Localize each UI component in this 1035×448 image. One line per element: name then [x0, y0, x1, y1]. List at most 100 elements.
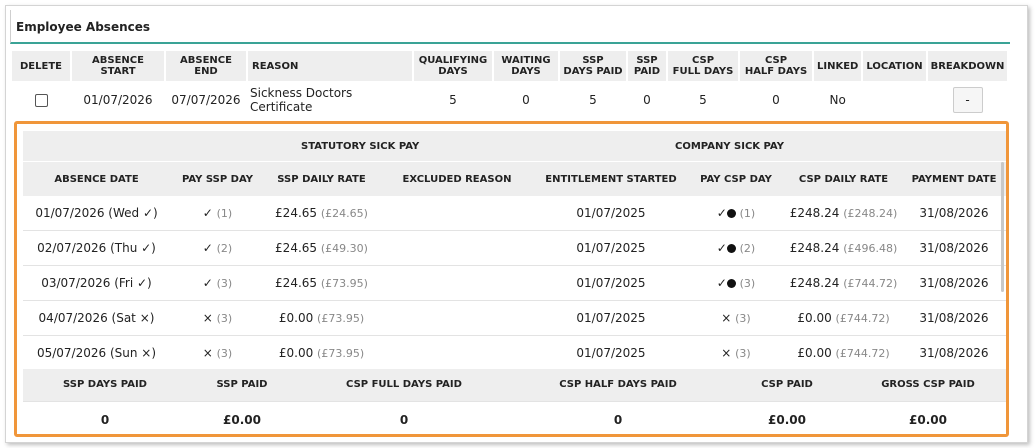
- delete-cell: [12, 81, 70, 119]
- csp-daily-rate: £248.24 (£744.72): [789, 276, 898, 290]
- total-ssp-paid-label: SSP PAID: [216, 379, 268, 390]
- absence-date: 04/07/2026 (Sat ×): [38, 311, 155, 325]
- total-csp-half-days-paid-label: CSP HALF DAYS PAID: [559, 379, 677, 390]
- col-csp-daily-rate: CSP DAILY RATE: [798, 174, 889, 185]
- entitlement-started: 01/07/2025: [576, 346, 646, 360]
- pay-ssp-day: × (3): [202, 311, 233, 325]
- breakdown-toggle-button[interactable]: -: [952, 87, 983, 113]
- qualifying-days-value: 5: [449, 93, 457, 107]
- waiting-days-value: 0: [522, 93, 530, 107]
- ssp-daily-rate: £24.65 (£49.30): [275, 241, 368, 255]
- pay-csp-day: × (3): [721, 346, 751, 360]
- csp-daily-rate: £0.00 (£744.72): [797, 311, 890, 325]
- ssp-daily-rate: £24.65 (£24.65): [275, 206, 368, 220]
- col-delete: DELETE: [12, 51, 70, 81]
- delete-checkbox[interactable]: [34, 94, 48, 107]
- entitlement-started: 01/07/2025: [576, 241, 646, 255]
- group-company-sick-pay: COMPANY SICK PAY: [675, 141, 784, 152]
- col-excluded-reason: EXCLUDED REASON: [402, 174, 512, 185]
- total-ssp-paid: £0.00: [223, 413, 261, 427]
- breakdown-scrollbar[interactable]: [1001, 162, 1004, 292]
- csp-daily-rate: £0.00 (£744.72): [797, 346, 890, 360]
- absence-start-value: 01/07/2026: [83, 93, 153, 107]
- payment-date: 31/08/2026: [919, 346, 989, 360]
- payment-date: 31/08/2026: [919, 206, 989, 220]
- ssp-days-paid-value: 5: [589, 93, 597, 107]
- total-csp-half-days-paid: 0: [613, 413, 623, 427]
- absence-date: 03/07/2026 (Fri ✓): [41, 276, 152, 290]
- total-csp-full-days-paid-label: CSP FULL DAYS PAID: [346, 379, 462, 390]
- table-row: 01/07/2026 (Wed ✓) ✓ (1) £24.65 (£24.65)…: [23, 196, 1006, 231]
- pay-csp-day: ✓ (1): [716, 206, 756, 220]
- total-csp-paid-label: CSP PAID: [761, 379, 813, 390]
- location-value: [863, 81, 925, 119]
- reason-value: Sickness Doctors Certificate: [250, 86, 353, 114]
- entitlement-started: 01/07/2025: [576, 311, 646, 325]
- totals-header-row: SSP DAYS PAID SSP PAID CSP FULL DAYS PAI…: [23, 369, 1006, 401]
- total-csp-paid: £0.00: [768, 413, 806, 427]
- pay-csp-day: ✓ (2): [716, 241, 756, 255]
- col-entitlement-started: ENTITLEMENT STARTED: [545, 174, 677, 185]
- pay-ssp-day: ✓ (2): [202, 241, 233, 255]
- entitlement-started: 01/07/2025: [576, 276, 646, 290]
- col-ssp-days-paid: SSP DAYS PAID: [560, 51, 626, 81]
- total-gross-csp-paid-label: GROSS CSP PAID: [881, 379, 975, 390]
- payment-date: 31/08/2026: [919, 311, 989, 325]
- total-ssp-days-paid-label: SSP DAYS PAID: [63, 379, 147, 390]
- csp-full-days-value: 5: [699, 93, 707, 107]
- col-payment-date: PAYMENT DATE: [911, 174, 997, 185]
- total-csp-full-days-paid: 0: [399, 413, 409, 427]
- col-ssp-daily-rate: SSP DAILY RATE: [277, 174, 366, 185]
- breakdown-header-row: ABSENCE DATE PAY SSP DAY SSP DAILY RATE …: [23, 162, 1006, 196]
- entitlement-started: 01/07/2025: [576, 206, 646, 220]
- total-ssp-days-paid: 0: [100, 413, 110, 427]
- absence-end-value: 07/07/2026: [171, 93, 241, 107]
- absences-header-row: DELETE ABSENCE START ABSENCE END REASON …: [12, 51, 1008, 81]
- pay-csp-day: × (3): [721, 311, 751, 325]
- table-row: 04/07/2026 (Sat ×) × (3) £0.00 (£73.95) …: [23, 301, 1006, 336]
- pay-ssp-day: × (3): [202, 346, 233, 360]
- table-row: 03/07/2026 (Fri ✓) ✓ (3) £24.65 (£73.95)…: [23, 266, 1006, 301]
- col-absence-end: ABSENCE END: [166, 51, 246, 81]
- table-row: 05/07/2026 (Sun ×) × (3) £0.00 (£73.95) …: [23, 336, 1006, 371]
- ssp-daily-rate: £0.00 (£73.95): [278, 346, 365, 360]
- col-csp-full-days: CSP FULL DAYS: [668, 51, 738, 81]
- ssp-daily-rate: £24.65 (£73.95): [275, 276, 368, 290]
- absences-table: DELETE ABSENCE START ABSENCE END REASON …: [10, 51, 1009, 119]
- ssp-paid-value: 0: [643, 93, 651, 107]
- payment-date: 31/08/2026: [919, 241, 989, 255]
- col-qualifying-days: QUALIFYING DAYS: [414, 51, 492, 81]
- paid-dot-icon: [726, 244, 736, 253]
- table-row: 02/07/2026 (Thu ✓) ✓ (2) £24.65 (£49.30)…: [23, 231, 1006, 266]
- absence-date: 01/07/2026 (Wed ✓): [35, 206, 158, 220]
- col-waiting-days: WAITING DAYS: [494, 51, 558, 81]
- pay-ssp-day: ✓ (1): [202, 206, 233, 220]
- pay-ssp-day: ✓ (3): [202, 276, 233, 290]
- total-gross-csp-paid: £0.00: [909, 413, 947, 427]
- absence-date: 05/07/2026 (Sun ×): [36, 346, 157, 360]
- pay-csp-day: ✓ (3): [716, 276, 756, 290]
- col-ssp-paid: SSP PAID: [628, 51, 666, 81]
- col-location: LOCATION: [863, 51, 926, 81]
- paid-dot-icon: [726, 209, 736, 218]
- section-title: Employee Absences: [10, 10, 1010, 44]
- table-row: 01/07/2026 07/07/2026 Sickness Doctors C…: [12, 81, 1007, 119]
- col-absence-date: ABSENCE DATE: [54, 174, 139, 185]
- paid-dot-icon: [726, 279, 736, 288]
- absence-breakdown-panel: STATUTORY SICK PAY COMPANY SICK PAY ABSE…: [14, 121, 1009, 437]
- absence-date: 02/07/2026 (Thu ✓): [37, 241, 156, 255]
- col-pay-csp-day: PAY CSP DAY: [700, 174, 772, 185]
- group-statutory-sick-pay: STATUTORY SICK PAY: [301, 141, 420, 152]
- col-breakdown: BREAKDOWN: [927, 51, 1008, 81]
- col-linked: LINKED: [814, 51, 862, 81]
- col-absence-start: ABSENCE START: [72, 51, 164, 81]
- group-header-row: STATUTORY SICK PAY COMPANY SICK PAY: [23, 131, 1006, 161]
- breakdown-cell: -: [928, 81, 1008, 119]
- csp-daily-rate: £248.24 (£248.24): [789, 206, 898, 220]
- col-reason: REASON: [248, 51, 412, 81]
- payment-date: 31/08/2026: [919, 276, 989, 290]
- linked-value: No: [829, 93, 846, 107]
- csp-daily-rate: £248.24 (£496.48): [789, 241, 898, 255]
- col-csp-half-days: CSP HALF DAYS: [740, 51, 812, 81]
- csp-half-days-value: 0: [772, 93, 780, 107]
